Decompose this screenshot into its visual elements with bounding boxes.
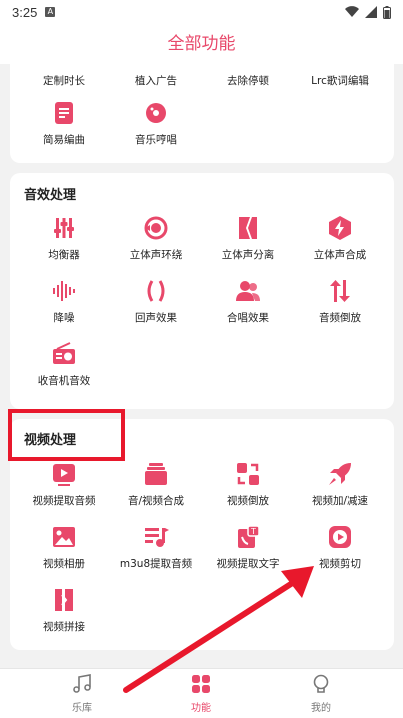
function-av-merge[interactable]: 音/视频合成 xyxy=(110,461,202,508)
function-label: 植入广告 xyxy=(135,75,177,87)
function-label: 合唱效果 xyxy=(227,312,269,324)
function-custom-duration[interactable]: 定制时长 xyxy=(18,67,110,88)
score-icon xyxy=(55,102,73,124)
function-label: 去除停顿 xyxy=(227,75,269,87)
function-label: 音/视频合成 xyxy=(127,495,185,507)
function-label: 音频倒放 xyxy=(319,312,361,324)
parentheses-icon xyxy=(147,280,165,302)
music-note-icon xyxy=(73,674,91,693)
function-video-speed[interactable]: 视频加/减速 xyxy=(294,461,386,508)
notification-badge: A xyxy=(45,7,56,17)
function-equalizer[interactable]: 均衡器 xyxy=(18,215,110,262)
function-label: 均衡器 xyxy=(48,249,80,261)
tab-mine[interactable]: 我的 xyxy=(271,673,371,714)
equalizer-icon xyxy=(54,218,74,238)
play-circle-icon xyxy=(329,526,351,548)
grid-icon xyxy=(192,675,210,693)
card-audio-effects: 音效处理 均衡器 立体声环绕 立体声分离 立体声合成 降噪 回声效果 合唱效果 … xyxy=(10,173,394,409)
image-icon xyxy=(53,527,75,547)
status-time: 3:25 xyxy=(12,4,38,20)
bottom-tab-bar: 乐库 功能 我的 xyxy=(0,668,403,718)
reverse-arrows-icon xyxy=(330,280,350,302)
function-label: 立体声合成 xyxy=(313,249,367,261)
function-label: 简易编曲 xyxy=(43,134,85,146)
bulb-icon xyxy=(313,674,329,693)
function-video-reverse[interactable]: 视频倒放 xyxy=(202,461,294,508)
function-stereo-split[interactable]: 立体声分离 xyxy=(202,215,294,262)
function-label: 视频相册 xyxy=(43,558,85,570)
status-bar: 3:25 A xyxy=(0,0,403,24)
function-label: m3u8提取音频 xyxy=(119,558,193,570)
function-echo[interactable]: 回声效果 xyxy=(110,278,202,325)
function-video-join[interactable]: 视频拼接 xyxy=(18,587,110,634)
playlist-icon xyxy=(145,528,169,547)
battery-icon xyxy=(383,5,391,19)
stack-icon xyxy=(145,463,167,485)
function-label: 回声效果 xyxy=(135,312,177,324)
tab-label: 我的 xyxy=(311,703,331,714)
function-label: 视频倒放 xyxy=(227,495,269,507)
function-simple-compose[interactable]: 简易编曲 xyxy=(18,100,110,147)
function-label: 音乐哼唱 xyxy=(135,134,177,146)
function-video-extract-audio[interactable]: 视频提取音频 xyxy=(18,461,110,508)
function-lrc-editor[interactable]: Lrc歌词编辑 xyxy=(294,67,386,88)
radio-icon xyxy=(53,342,75,364)
section-title-audio: 音效处理 xyxy=(24,188,77,203)
function-video-album[interactable]: 视频相册 xyxy=(18,524,110,571)
swap-icon xyxy=(237,463,259,485)
function-label: Lrc歌词编辑 xyxy=(311,75,369,87)
function-label: 立体声环绕 xyxy=(129,249,183,261)
waveform-icon xyxy=(53,281,75,301)
function-remove-pause[interactable]: 去除停顿 xyxy=(202,67,294,88)
function-label: 视频提取文字 xyxy=(216,558,280,570)
annotation-highlight-box xyxy=(8,409,125,461)
function-stereo-surround[interactable]: 立体声环绕 xyxy=(110,215,202,262)
function-label: 视频加/减速 xyxy=(311,495,369,507)
tab-functions[interactable]: 功能 xyxy=(151,673,251,714)
card-basic-editing: 定制时长 植入广告 去除停顿 Lrc歌词编辑 简易编曲 音乐哼唱 xyxy=(10,64,394,163)
tab-label: 乐库 xyxy=(72,703,92,714)
split-icon xyxy=(239,217,257,239)
signal-icon xyxy=(365,6,377,18)
wifi-icon xyxy=(345,6,359,18)
tab-label: 功能 xyxy=(191,703,211,714)
function-music-humming[interactable]: 音乐哼唱 xyxy=(110,100,202,147)
tab-library[interactable]: 乐库 xyxy=(32,673,132,714)
function-m3u8-extract[interactable]: m3u8提取音频 xyxy=(110,524,202,571)
surround-icon xyxy=(144,216,168,240)
people-icon xyxy=(236,281,260,301)
function-denoise[interactable]: 降噪 xyxy=(18,278,110,325)
play-box-icon xyxy=(53,464,75,486)
function-insert-ad[interactable]: 植入广告 xyxy=(110,67,202,88)
bolt-icon xyxy=(329,216,351,240)
function-audio-reverse[interactable]: 音频倒放 xyxy=(294,278,386,325)
function-label: 降噪 xyxy=(53,312,75,324)
join-icon xyxy=(55,589,73,611)
function-label: 视频剪切 xyxy=(319,558,361,570)
function-stereo-merge[interactable]: 立体声合成 xyxy=(294,215,386,262)
svg-text:T: T xyxy=(250,527,256,536)
vinyl-icon xyxy=(146,103,166,123)
function-label: 定制时长 xyxy=(43,75,85,87)
function-chorus[interactable]: 合唱效果 xyxy=(202,278,294,325)
page-title: 全部功能 xyxy=(0,24,403,64)
function-radio-effect[interactable]: 收音机音效 xyxy=(18,341,110,388)
rocket-icon xyxy=(329,463,351,485)
function-label: 视频拼接 xyxy=(43,621,85,633)
function-label: 立体声分离 xyxy=(221,249,275,261)
function-label: 收音机音效 xyxy=(37,375,91,387)
function-video-extract-text[interactable]: T 视频提取文字 xyxy=(202,524,294,571)
text-extract-icon: T xyxy=(238,525,260,548)
function-label: 视频提取音频 xyxy=(32,495,96,507)
function-video-cut[interactable]: 视频剪切 xyxy=(294,524,386,571)
